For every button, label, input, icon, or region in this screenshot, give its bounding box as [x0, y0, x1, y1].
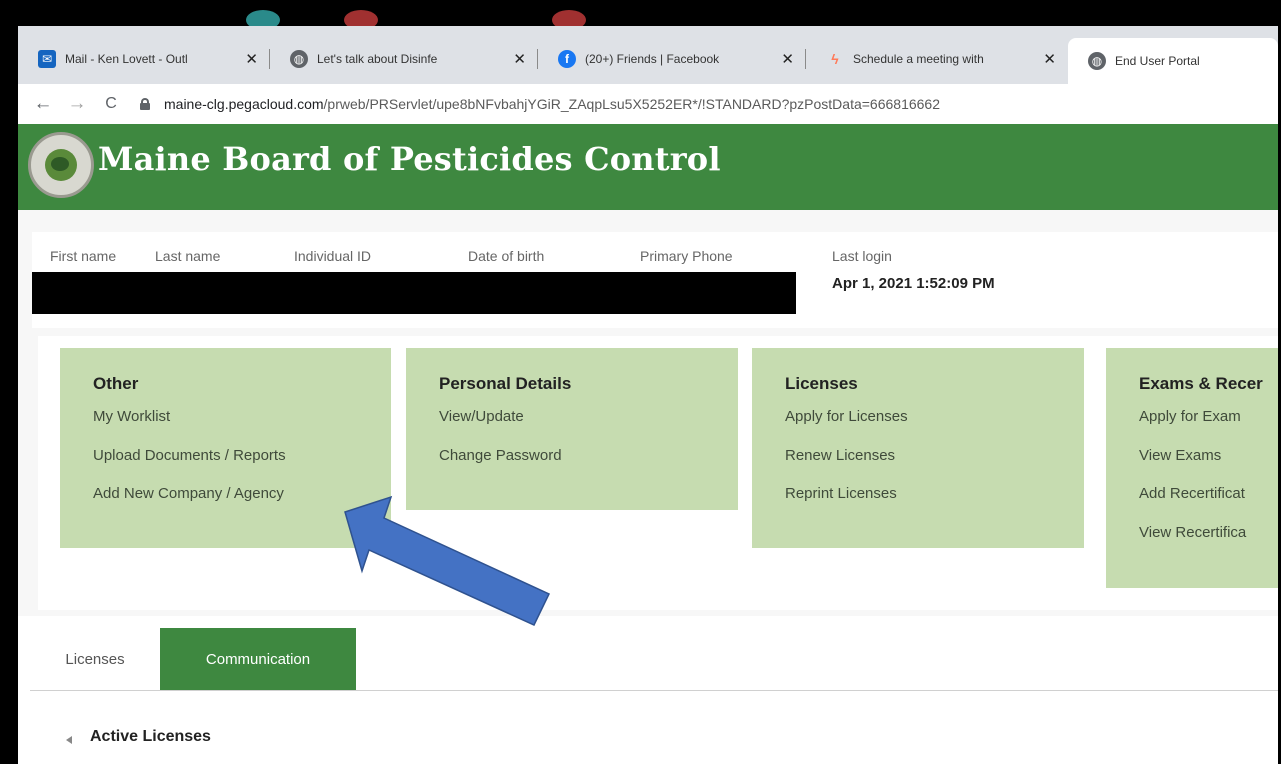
- last-login-label: Last login: [832, 248, 892, 264]
- link-view-update[interactable]: View/Update: [439, 408, 524, 425]
- url-path: /prweb/PRServlet/upe8bNFvbahjYGiR_ZAqpLs…: [323, 96, 941, 112]
- card-licenses: Licenses Apply for Licenses Renew Licens…: [752, 348, 1084, 548]
- individual-id-label: Individual ID: [294, 248, 372, 264]
- first-name-label: First name: [50, 248, 117, 264]
- tab-communication[interactable]: Communication: [160, 628, 356, 690]
- board-seal-logo: [28, 132, 94, 198]
- card-personal-details: Personal Details View/Update Change Pass…: [406, 348, 738, 510]
- back-arrow-icon[interactable]: ←: [30, 93, 56, 115]
- last-login-value: Apr 1, 2021 1:52:09 PM: [832, 275, 995, 292]
- card-title-other: Other: [93, 374, 139, 393]
- card-title-exams: Exams & Recer: [1139, 374, 1263, 393]
- browser-tab-hubspot[interactable]: ϟ Schedule a meeting with ✕: [806, 42, 1068, 76]
- address-bar: ← → C maine-clg.pegacloud.com/prweb/PRSe…: [18, 84, 1278, 124]
- card-title-licenses: Licenses: [785, 374, 858, 393]
- hubspot-icon: ϟ: [831, 51, 839, 67]
- browser-tab-label: Mail - Ken Lovett - Outl: [65, 52, 188, 66]
- card-title-personal-details: Personal Details: [439, 374, 572, 393]
- top-frame-border: [0, 0, 1281, 30]
- site-title: Maine Board of Pesticides Control: [98, 140, 721, 178]
- tabs-divider: [30, 690, 1281, 691]
- browser-tab-strip: ✉ Mail - Ken Lovett - Outl ✕ ◍ Let's tal…: [18, 26, 1278, 84]
- site-header: Maine Board of Pesticides Control: [18, 124, 1281, 210]
- link-view-exams[interactable]: View Exams: [1139, 447, 1221, 464]
- browser-tab-label: Let's talk about Disinfe: [317, 52, 438, 66]
- browser-tab-label: Schedule a meeting with: [853, 52, 984, 66]
- link-reprint-licenses[interactable]: Reprint Licenses: [785, 485, 897, 502]
- tab-licenses[interactable]: Licenses: [30, 628, 160, 690]
- collapse-caret-icon[interactable]: [66, 736, 72, 744]
- link-change-password[interactable]: Change Password: [439, 447, 562, 464]
- link-my-worklist[interactable]: My Worklist: [93, 408, 170, 425]
- link-add-recertification[interactable]: Add Recertificat: [1139, 485, 1245, 502]
- date-of-birth-label: Date of birth: [468, 248, 545, 264]
- browser-tab-end-user-portal[interactable]: ◍ End User Portal: [1068, 38, 1278, 84]
- section-title: Active Licenses: [90, 728, 211, 745]
- close-icon[interactable]: ✕: [513, 50, 526, 68]
- close-icon[interactable]: ✕: [781, 50, 794, 68]
- close-icon[interactable]: ✕: [245, 50, 258, 68]
- facebook-icon: f: [558, 50, 576, 68]
- browser-tab-label: End User Portal: [1115, 54, 1200, 68]
- globe-icon: ◍: [290, 50, 308, 68]
- last-name-label: Last name: [155, 248, 221, 264]
- redacted-user-details: [32, 272, 796, 314]
- link-upload-documents-reports[interactable]: Upload Documents / Reports: [93, 447, 286, 464]
- left-frame-border: [0, 0, 18, 764]
- lock-icon: [140, 98, 150, 110]
- link-add-new-company-agency[interactable]: Add New Company / Agency: [93, 485, 284, 502]
- card-other: Other My Worklist Upload Documents / Rep…: [60, 348, 391, 548]
- browser-tab-disinfection[interactable]: ◍ Let's talk about Disinfe ✕: [270, 42, 538, 76]
- forward-arrow-icon[interactable]: →: [64, 93, 90, 115]
- screenshot-frame: ✉ Mail - Ken Lovett - Outl ✕ ◍ Let's tal…: [0, 0, 1281, 764]
- globe-icon: ◍: [1088, 52, 1106, 70]
- close-icon[interactable]: ✕: [1043, 50, 1056, 68]
- active-licenses-section-header[interactable]: Active Licenses: [66, 728, 211, 746]
- link-view-recertification[interactable]: View Recertifica: [1139, 524, 1246, 541]
- browser-tab-mail[interactable]: ✉ Mail - Ken Lovett - Outl ✕: [18, 42, 270, 76]
- url-field[interactable]: maine-clg.pegacloud.com/prweb/PRServlet/…: [140, 96, 940, 112]
- link-apply-for-exam[interactable]: Apply for Exam: [1139, 408, 1241, 425]
- primary-phone-label: Primary Phone: [640, 248, 733, 264]
- browser-tab-label: (20+) Friends | Facebook: [585, 52, 720, 66]
- outlook-icon: ✉: [38, 50, 56, 68]
- card-exams-recertification: Exams & Recer Apply for Exam View Exams …: [1106, 348, 1281, 588]
- logo-emblem-detail: [51, 157, 69, 171]
- link-renew-licenses[interactable]: Renew Licenses: [785, 447, 895, 464]
- url-host: maine-clg.pegacloud.com: [164, 96, 324, 112]
- browser-tab-facebook[interactable]: f (20+) Friends | Facebook ✕: [538, 42, 806, 76]
- reload-icon[interactable]: C: [98, 95, 124, 113]
- link-apply-for-licenses[interactable]: Apply for Licenses: [785, 408, 908, 425]
